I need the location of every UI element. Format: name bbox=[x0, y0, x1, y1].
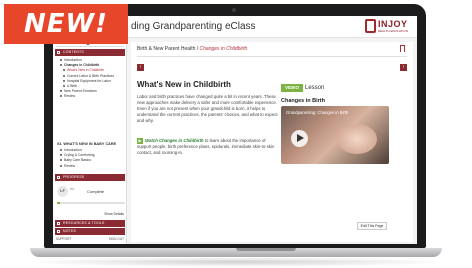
laptop-screen: ding Grandparenting eClass INJOY HEALTH … bbox=[53, 16, 417, 244]
bullet-icon bbox=[60, 164, 62, 167]
progress-fill bbox=[57, 202, 61, 204]
next-page-button[interactable]: › bbox=[400, 64, 407, 71]
part-heading[interactable]: 03. WHAT'S NEW IN BABY CARE bbox=[57, 142, 116, 146]
progress-header[interactable]: PROGRESS bbox=[55, 174, 125, 181]
watch-callout: ▶ Watch Changes in Childbirth to learn ab… bbox=[137, 138, 279, 156]
progress-percent: 5% bbox=[70, 187, 75, 191]
progress-icon bbox=[57, 176, 60, 179]
laptop-notch bbox=[236, 248, 296, 251]
support-link[interactable]: SUPPORT bbox=[56, 237, 71, 241]
sign-out-link[interactable]: SIGN OUT bbox=[109, 237, 124, 241]
notes-icon bbox=[57, 230, 60, 233]
video-play-button[interactable] bbox=[291, 130, 308, 147]
toc-item-label: Baby Care Basics bbox=[64, 158, 91, 163]
toc-item-label: Hospital Equipment for Labor bbox=[67, 78, 111, 83]
previous-page-button[interactable]: ‹ bbox=[137, 64, 144, 71]
resources-header[interactable]: RESOURCES & TOOLS bbox=[55, 220, 125, 227]
bullet-icon bbox=[63, 74, 65, 77]
bullet-icon bbox=[60, 64, 62, 67]
video-title: Changes in Birth bbox=[281, 98, 326, 104]
breadcrumb: Birth & New Parent Health / Changes in C… bbox=[137, 46, 247, 52]
new-banner: NEW! bbox=[4, 4, 128, 44]
resources-icon bbox=[57, 222, 60, 225]
progress-status: Complete bbox=[87, 189, 105, 194]
app-title: ding Grandparenting eClass bbox=[131, 21, 256, 32]
intro-paragraph: Labor and birth practices have changed q… bbox=[137, 94, 278, 123]
camera-icon bbox=[232, 8, 236, 12]
video-badge: VIDEO bbox=[281, 84, 303, 92]
toc-item-label: & Birth bbox=[67, 83, 78, 88]
video-badge-label: Lesson bbox=[305, 85, 325, 91]
bullet-icon bbox=[63, 69, 65, 72]
resources-label: RESOURCES & TOOLS bbox=[63, 221, 105, 225]
notes-label: NOTES bbox=[63, 229, 77, 233]
notes-header[interactable]: NOTES bbox=[55, 228, 125, 235]
contents-header[interactable]: CONTENTS bbox=[55, 49, 125, 56]
breadcrumb-current: Changes in Childbirth bbox=[199, 46, 248, 52]
laptop-base bbox=[30, 248, 442, 257]
progress-box: LF 5% Complete bbox=[57, 184, 125, 206]
sidebar: Search PRINT CONTENTS IntroductionChange… bbox=[53, 38, 127, 244]
bullet-icon bbox=[60, 159, 62, 162]
toc-item-label: New Parent Emotions bbox=[64, 89, 97, 94]
video-caption: Grandparenting: Changes in Birth bbox=[286, 110, 349, 115]
progress-track bbox=[57, 202, 125, 204]
toc-item[interactable]: Review bbox=[57, 94, 125, 99]
toc-item-label: Crying & Comforting bbox=[64, 153, 95, 158]
logo-text: INJOY bbox=[378, 19, 408, 29]
sidebar-footer: SUPPORT SIGN OUT bbox=[55, 237, 125, 243]
logo-mark-icon bbox=[365, 19, 376, 33]
bookmark-icon[interactable] bbox=[400, 45, 405, 52]
table-of-contents: Introduction Changes in Childbirth What's … bbox=[57, 58, 125, 100]
divider bbox=[137, 56, 407, 57]
play-icon[interactable]: ▶ bbox=[137, 138, 143, 144]
bullet-icon bbox=[60, 90, 62, 93]
contents-label: CONTENTS bbox=[63, 50, 84, 54]
edit-page-button[interactable]: Edit This Page bbox=[357, 222, 387, 230]
video-thumbnail[interactable]: Grandparenting: Changes in Birth bbox=[281, 106, 389, 164]
toc-item-label: Introduction bbox=[64, 148, 82, 152]
avatar: LF bbox=[57, 186, 68, 197]
bullet-icon bbox=[63, 85, 65, 88]
toc-item-label: What's New in Childbirth bbox=[67, 68, 104, 73]
stage: NEW! ding Grandparenting eClass INJOY HE… bbox=[0, 0, 472, 268]
toc-item-label: Current Labor & Birth Practices bbox=[67, 73, 114, 78]
logo-subtitle: HEALTH EDUCATION bbox=[378, 29, 408, 33]
page-title: What's New in Childbirth bbox=[137, 80, 231, 89]
bullet-icon bbox=[63, 79, 65, 82]
video-image bbox=[337, 124, 377, 154]
injoy-logo[interactable]: INJOY HEALTH EDUCATION bbox=[365, 18, 409, 36]
bullet-icon bbox=[60, 59, 62, 62]
play-triangle-icon bbox=[297, 134, 304, 142]
progress-label: PROGRESS bbox=[63, 175, 85, 179]
toc-item-label: Review bbox=[64, 163, 76, 168]
toc-item-label: Changes in Childbirth bbox=[64, 63, 100, 68]
contents-icon bbox=[57, 51, 60, 54]
bullet-icon bbox=[60, 154, 62, 157]
main-content: Birth & New Parent Health / Changes in C… bbox=[131, 42, 413, 242]
table-of-contents-part-3: Introduction Crying & Comforting Baby Care… bbox=[57, 148, 125, 169]
bullet-icon bbox=[60, 149, 62, 152]
bullet-icon bbox=[60, 95, 62, 98]
breadcrumb-parent[interactable]: Birth & New Parent Health / bbox=[137, 46, 200, 52]
toc-item-label: Introduction bbox=[64, 58, 82, 62]
toc-item[interactable]: Review bbox=[57, 164, 125, 169]
floor-shadow bbox=[18, 257, 454, 267]
show-details-link[interactable]: Show Details bbox=[104, 212, 124, 216]
toc-item-label: Review bbox=[64, 94, 76, 99]
watch-link[interactable]: Watch Changes in Childbirth bbox=[145, 138, 204, 143]
